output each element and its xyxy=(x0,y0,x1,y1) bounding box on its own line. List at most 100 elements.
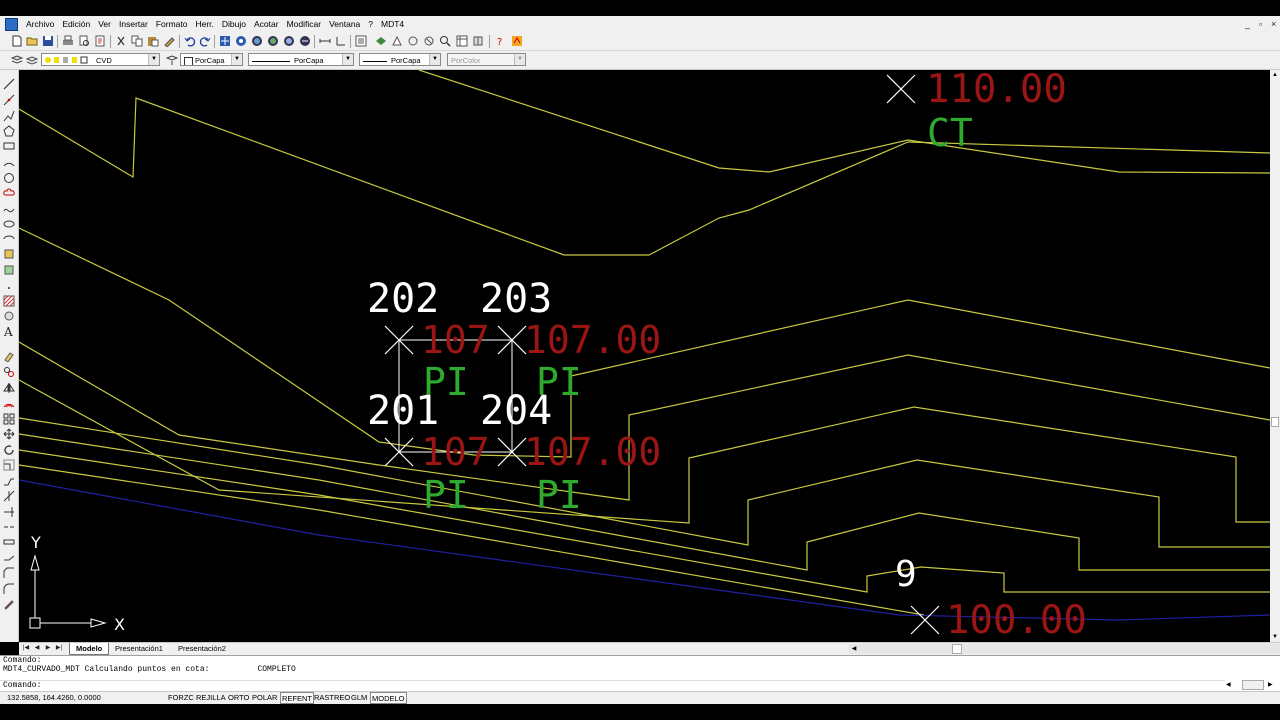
construction-line-icon[interactable] xyxy=(3,94,15,106)
menu-formato[interactable]: Formato xyxy=(152,16,192,32)
linetype-dropdown[interactable]: PorCapa ▼ xyxy=(248,53,354,66)
fillet-icon[interactable] xyxy=(3,583,15,595)
grid-toggle[interactable]: REJILLA xyxy=(195,692,227,704)
sheet-set-icon[interactable] xyxy=(407,35,419,47)
first-tab-icon[interactable]: |◀ xyxy=(21,644,31,653)
lineweight-toggle[interactable]: GLM xyxy=(350,692,368,704)
zoom-all-icon[interactable] xyxy=(299,35,311,47)
hatch-icon[interactable] xyxy=(3,295,15,307)
arc-icon[interactable] xyxy=(3,156,15,168)
offset-icon[interactable] xyxy=(3,397,15,409)
save-icon[interactable] xyxy=(42,35,54,47)
menu-mdt4[interactable]: MDT4 xyxy=(377,16,408,32)
menu-herr[interactable]: Herr. xyxy=(191,16,217,32)
revision-cloud-icon[interactable] xyxy=(3,187,15,199)
new-file-icon[interactable] xyxy=(11,35,23,47)
scroll-left-icon[interactable]: ◀ xyxy=(1226,680,1231,689)
menu-dibujo[interactable]: Dibujo xyxy=(218,16,250,32)
zoom-extents-icon[interactable] xyxy=(283,35,295,47)
grid-tool-icon[interactable] xyxy=(472,35,484,47)
copy-icon[interactable] xyxy=(131,35,143,47)
polygon-icon[interactable] xyxy=(3,125,15,137)
help-icon[interactable]: ? xyxy=(494,35,506,47)
snap-toggle[interactable]: FORZC xyxy=(167,692,195,704)
scroll-right-icon[interactable]: ▶ xyxy=(1268,680,1273,689)
tab-presentacion2[interactable]: Presentación2 xyxy=(172,643,232,654)
menu-acotar[interactable]: Acotar xyxy=(250,16,283,32)
undo-icon[interactable] xyxy=(184,35,196,47)
layer-dropdown[interactable]: CVD ▼ xyxy=(41,53,160,66)
menu-help[interactable]: ? xyxy=(364,16,377,32)
insert-block-icon[interactable] xyxy=(3,248,15,260)
cut-icon[interactable] xyxy=(115,35,127,47)
otrack-toggle[interactable]: RASTREO xyxy=(313,692,351,704)
ellipse-icon[interactable] xyxy=(3,218,15,230)
command-input[interactable]: Comando: xyxy=(0,680,1225,691)
zoom-previous-icon[interactable] xyxy=(267,35,279,47)
print-preview-icon[interactable] xyxy=(78,35,90,47)
zoom-window-icon[interactable] xyxy=(251,35,263,47)
color-dropdown[interactable]: PorCapa ▼ xyxy=(180,53,243,66)
copy-object-icon[interactable] xyxy=(3,366,15,378)
polyline-icon[interactable] xyxy=(3,110,15,122)
minimize-icon[interactable]: _ xyxy=(1245,16,1250,32)
menu-ver[interactable]: Ver xyxy=(94,16,115,32)
redo-icon[interactable] xyxy=(199,35,211,47)
coordinates-readout[interactable]: 132.5858, 164.4260, 0.0000 xyxy=(6,692,102,704)
match-properties-icon[interactable] xyxy=(163,35,175,47)
publish-icon[interactable] xyxy=(94,35,106,47)
restore-icon[interactable]: ▫ xyxy=(1259,16,1262,32)
close-icon[interactable]: × xyxy=(1271,16,1276,32)
array-icon[interactable] xyxy=(3,413,15,425)
menu-edicion[interactable]: Edición xyxy=(58,16,94,32)
make-block-icon[interactable] xyxy=(3,264,15,276)
rectangle-icon[interactable] xyxy=(3,140,15,152)
layers-icon[interactable] xyxy=(11,54,23,66)
next-tab-icon[interactable]: ▶ xyxy=(43,644,53,653)
zoom-realtime-icon[interactable] xyxy=(235,35,247,47)
move-icon[interactable] xyxy=(3,428,15,440)
mdt-icon[interactable] xyxy=(511,35,523,47)
menu-insertar[interactable]: Insertar xyxy=(115,16,152,32)
tab-modelo[interactable]: Modelo xyxy=(69,643,110,655)
ortho-toggle[interactable]: ORTO xyxy=(227,692,250,704)
horizontal-scroll-thumb[interactable] xyxy=(952,644,962,654)
make-layer-current-icon[interactable] xyxy=(166,54,178,66)
distance-icon[interactable] xyxy=(319,35,331,47)
lineweight-dropdown[interactable]: PorCapa ▼ xyxy=(359,53,441,66)
layer-previous-icon[interactable] xyxy=(26,54,38,66)
stretch-icon[interactable] xyxy=(3,475,15,487)
erase-icon[interactable] xyxy=(3,350,15,362)
break-at-point-icon[interactable] xyxy=(3,521,15,533)
osnap-toggle[interactable]: REFENT xyxy=(280,692,314,704)
trim-icon[interactable] xyxy=(3,490,15,502)
break-icon[interactable] xyxy=(3,536,15,548)
last-tab-icon[interactable]: ▶| xyxy=(54,644,64,653)
model-space-toggle[interactable]: MODELO xyxy=(370,692,407,704)
chamfer-icon[interactable] xyxy=(3,567,15,579)
drawing-canvas[interactable]: 110.00 CT 202 203 107 107.00 PI PI 201 2… xyxy=(19,70,1270,642)
region-icon[interactable] xyxy=(3,310,15,322)
app-icon[interactable] xyxy=(5,17,18,31)
scale-icon[interactable] xyxy=(3,459,15,471)
menu-modificar[interactable]: Modificar xyxy=(283,16,325,32)
polar-toggle[interactable]: POLAR xyxy=(251,692,278,704)
horizontal-scrollbar[interactable]: ◀ ▶ xyxy=(849,644,1280,654)
point-icon[interactable] xyxy=(3,282,15,294)
design-center-icon[interactable] xyxy=(375,35,387,47)
rotate-icon[interactable] xyxy=(3,444,15,456)
properties-icon[interactable] xyxy=(355,35,367,47)
scroll-down-icon[interactable]: ▼ xyxy=(1270,632,1280,642)
line-icon[interactable] xyxy=(3,78,15,90)
scroll-left-icon[interactable]: ◀ xyxy=(849,644,859,654)
vertical-scrollbar[interactable]: ▲ ▼ xyxy=(1270,70,1280,642)
print-icon[interactable] xyxy=(62,35,74,47)
quickcalc-icon[interactable] xyxy=(439,35,451,47)
tool-palette-icon[interactable] xyxy=(391,35,403,47)
ellipse-arc-icon[interactable] xyxy=(3,233,15,245)
vertical-scroll-thumb[interactable] xyxy=(1271,417,1279,427)
mirror-icon[interactable] xyxy=(3,382,15,394)
explode-icon[interactable] xyxy=(3,598,15,610)
menu-archivo[interactable]: Archivo xyxy=(22,16,58,32)
prev-tab-icon[interactable]: ◀ xyxy=(32,644,42,653)
